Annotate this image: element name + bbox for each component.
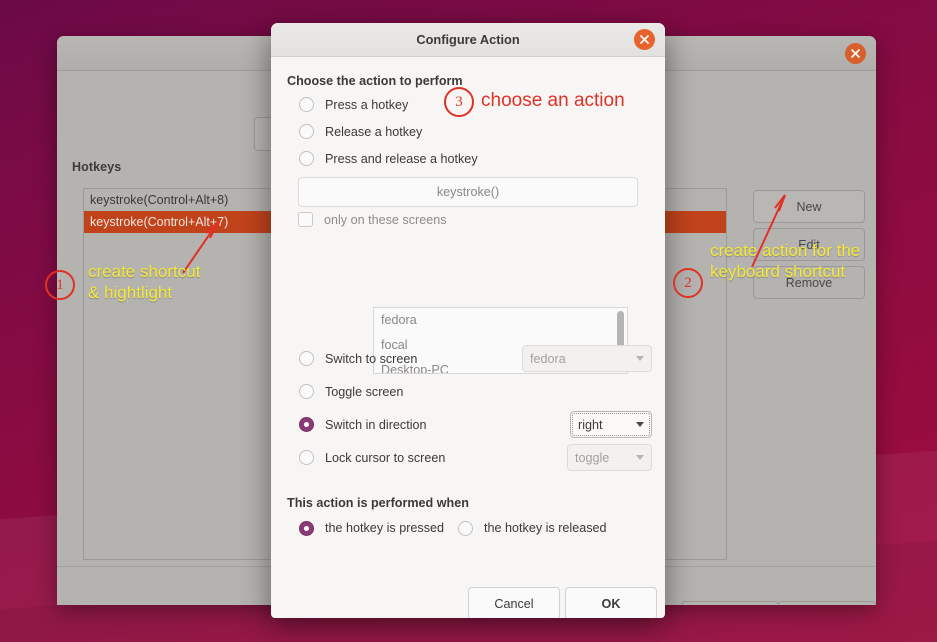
chevron-down-icon (636, 422, 644, 427)
lock-mode-select[interactable]: toggle (567, 444, 652, 471)
radio-icon[interactable] (458, 520, 474, 536)
radio-icon (299, 417, 314, 432)
radio-label: Press a hotkey (325, 97, 409, 112)
keystroke-input[interactable]: keystroke() (298, 177, 638, 207)
section-title-when: This action is performed when (287, 496, 469, 510)
radio-label: Switch in direction (325, 417, 427, 432)
radio-icon (299, 450, 314, 465)
radio-icon (299, 124, 314, 139)
close-icon[interactable] (845, 43, 866, 64)
checkbox-icon (298, 212, 313, 227)
new-button[interactable]: New (753, 190, 865, 223)
list-item[interactable]: fedora (374, 308, 627, 333)
direction-select[interactable]: right (570, 411, 652, 438)
configure-action-dialog: Configure Action Choose the action to pe… (271, 23, 665, 618)
close-icon[interactable] (634, 29, 655, 50)
radio-switch-to-screen[interactable]: Switch to screen fedora (299, 342, 652, 375)
radio-icon[interactable] (299, 520, 314, 536)
only-on-these-screens-checkbox[interactable]: only on these screens (298, 207, 649, 232)
radio-press-hotkey[interactable]: Press a hotkey (299, 91, 649, 118)
radio-press-and-release-hotkey[interactable]: Press and release a hotkey (299, 145, 649, 172)
radio-label: Press and release a hotkey (325, 151, 478, 166)
radio-lock-cursor-to-screen[interactable]: Lock cursor to screen toggle (299, 441, 652, 474)
section-title-action: Choose the action to perform (287, 74, 463, 88)
chevron-down-icon (636, 356, 644, 361)
radio-icon (299, 384, 314, 399)
chevron-down-icon (636, 455, 644, 460)
ok-button[interactable]: OK (565, 587, 657, 618)
radio-switch-in-direction[interactable]: Switch in direction right (299, 408, 652, 441)
remove-button[interactable]: Remove (753, 266, 865, 299)
lock-mode-select-value: toggle (575, 450, 610, 465)
when-options-row: the hotkey is pressed the hotkey is rele… (299, 513, 649, 543)
screen-select[interactable]: fedora (522, 345, 652, 372)
screen-select-value: fedora (530, 351, 566, 366)
radio-toggle-screen[interactable]: Toggle screen (299, 375, 649, 408)
edit-button[interactable]: Edit (753, 228, 865, 261)
dialog-body: Choose the action to perform Press a hot… (271, 74, 665, 618)
dialog-titlebar[interactable]: Configure Action (271, 23, 665, 57)
dialog-title: Configure Action (416, 32, 520, 47)
hotkeys-label: Hotkeys (72, 160, 122, 174)
radio-icon (299, 97, 314, 112)
direction-select-value: right (578, 417, 603, 432)
cancel-button[interactable]: Cancel (468, 587, 560, 618)
radio-label: Lock cursor to screen (325, 450, 446, 465)
radio-icon (299, 351, 314, 366)
radio-label: Switch to screen (325, 351, 418, 366)
radio-label-hotkey-pressed: the hotkey is pressed (325, 521, 445, 535)
radio-label-hotkey-released: the hotkey is released (484, 521, 607, 535)
radio-release-hotkey[interactable]: Release a hotkey (299, 118, 649, 145)
checkbox-label: only on these screens (324, 212, 447, 227)
radio-label: Toggle screen (325, 384, 404, 399)
radio-label: Release a hotkey (325, 124, 423, 139)
window-cancel-button[interactable]: Cancel (681, 601, 779, 605)
window-ok-button[interactable]: OK (778, 601, 876, 605)
radio-icon (299, 151, 314, 166)
